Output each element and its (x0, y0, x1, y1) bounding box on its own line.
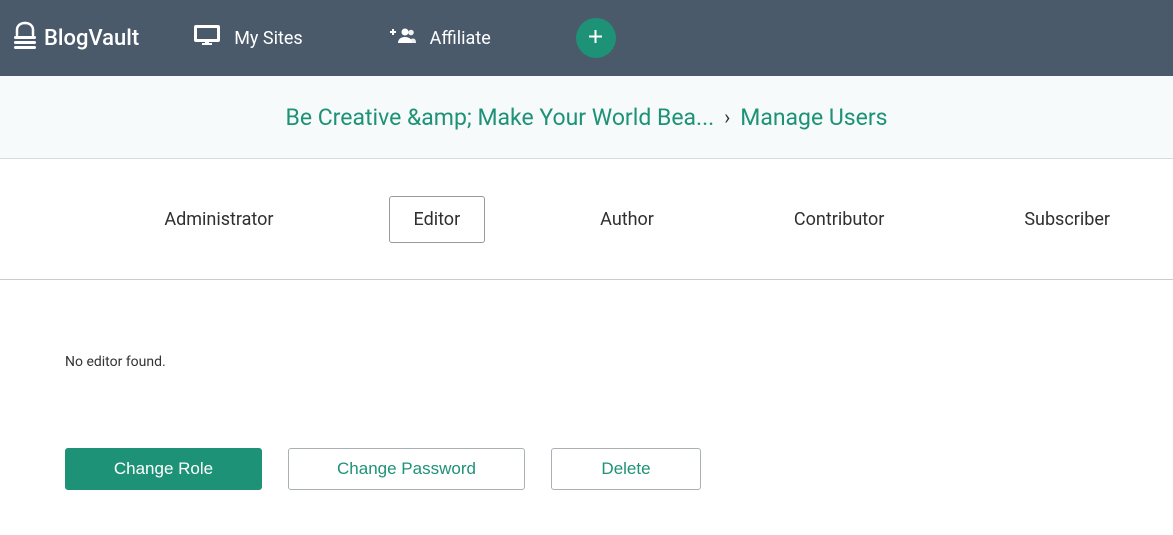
role-tabs: Administrator Editor Author Contributor … (0, 159, 1173, 280)
logo[interactable]: BlogVault (12, 21, 139, 55)
content-area: No editor found. Change Role Change Pass… (0, 280, 1173, 490)
plus-icon (588, 29, 603, 48)
breadcrumb-site-link[interactable]: Be Creative &amp; Make Your World Bea... (285, 104, 714, 131)
logo-icon (12, 21, 38, 55)
breadcrumb-current[interactable]: Manage Users (740, 104, 887, 131)
nav-affiliate-label: Affiliate (430, 28, 491, 49)
group-add-icon (388, 27, 416, 50)
change-password-button[interactable]: Change Password (288, 448, 525, 490)
empty-message: No editor found. (65, 354, 1108, 370)
breadcrumb: Be Creative &amp; Make Your World Bea...… (285, 104, 887, 131)
nav-my-sites-label: My Sites (234, 28, 302, 49)
nav-my-sites[interactable]: My Sites (194, 25, 302, 52)
action-buttons: Change Role Change Password Delete (65, 448, 1108, 490)
logo-text: BlogVault (44, 26, 139, 51)
add-button[interactable] (576, 18, 616, 58)
topbar: BlogVault My Sites Affiliate (0, 0, 1173, 76)
breadcrumb-bar: Be Creative &amp; Make Your World Bea...… (0, 76, 1173, 159)
chevron-right-icon: › (724, 105, 730, 129)
tab-subscriber[interactable]: Subscriber (999, 196, 1135, 243)
delete-button[interactable]: Delete (551, 448, 701, 490)
tab-author[interactable]: Author (575, 196, 679, 243)
nav-affiliate[interactable]: Affiliate (388, 27, 491, 50)
tab-administrator[interactable]: Administrator (139, 196, 298, 243)
change-role-button[interactable]: Change Role (65, 448, 262, 490)
tab-contributor[interactable]: Contributor (769, 196, 909, 243)
monitor-icon (194, 25, 220, 52)
tab-editor[interactable]: Editor (389, 196, 486, 243)
